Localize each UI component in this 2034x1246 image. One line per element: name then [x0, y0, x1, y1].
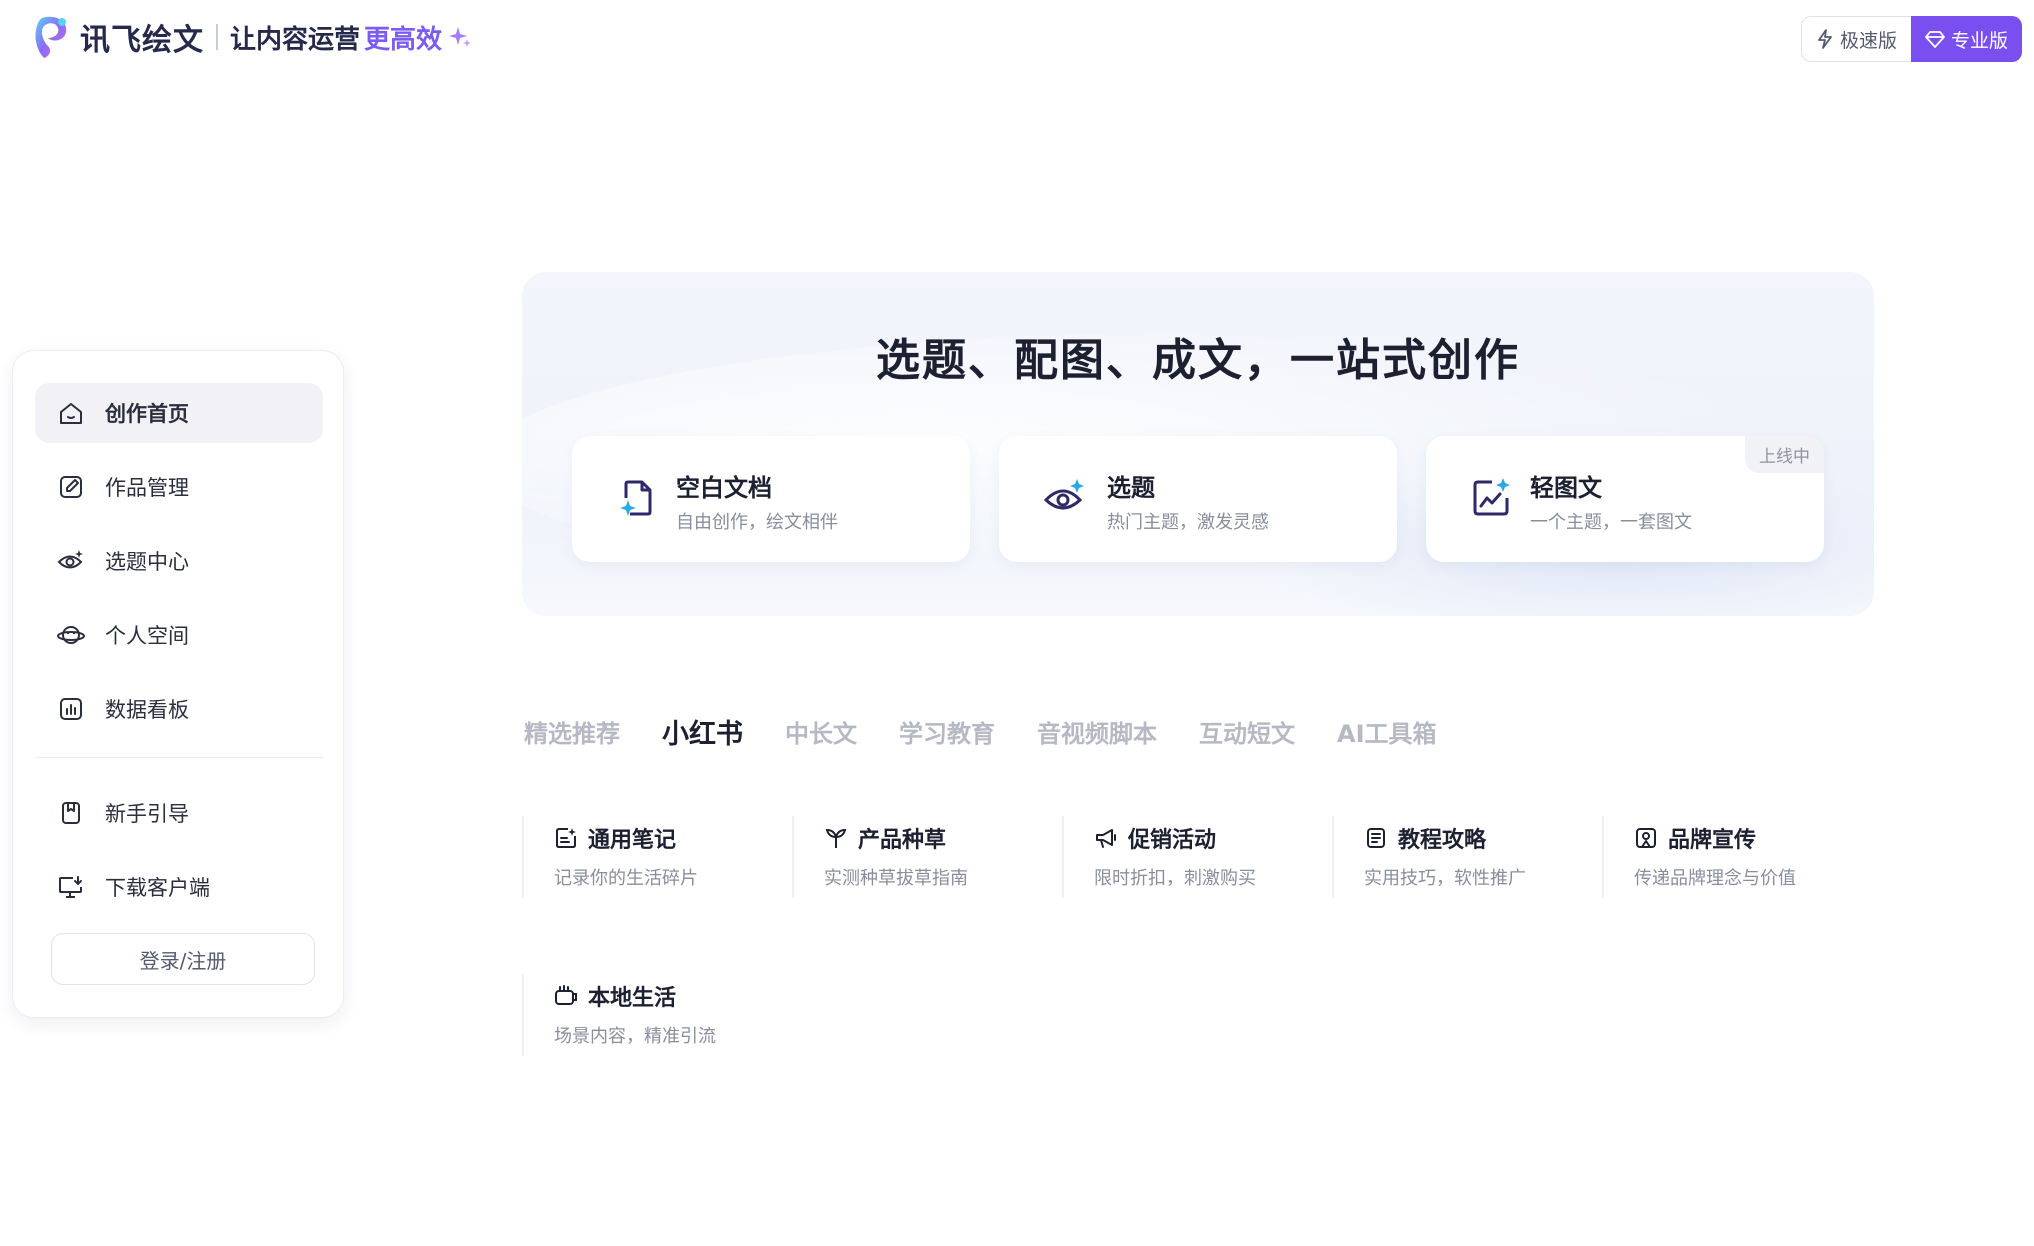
sparkle-icon: [449, 27, 472, 47]
brand-mark-icon: [35, 16, 67, 58]
card-description: 热门主题，激发灵感: [1107, 512, 1269, 533]
brand-badge-icon: [1634, 826, 1658, 850]
sidebar-item-label: 数据看板: [105, 698, 189, 722]
template-title: 促销活动: [1128, 828, 1217, 853]
template-title: 教程攻略: [1398, 828, 1487, 853]
template-title: 品牌宣传: [1668, 828, 1757, 853]
tab-xiaohongshu[interactable]: 小红书: [662, 712, 743, 751]
topic-card[interactable]: 选题 热门主题，激发灵感: [999, 436, 1397, 562]
image-text-icon: [1473, 478, 1510, 516]
sidebar-item-label: 创作首页: [105, 402, 189, 426]
sidebar-item-topics[interactable]: 选题中心: [35, 531, 323, 591]
template-item[interactable]: 教程攻略 实用技巧，软性推广: [1332, 816, 1594, 898]
edit-icon: [57, 473, 85, 501]
blank-doc-icon: [620, 480, 652, 516]
guide-book-icon: [1364, 826, 1388, 850]
home-icon: [57, 399, 85, 427]
card-title: 选题: [1107, 474, 1155, 502]
image-text-card[interactable]: 上线中 轻图文 一个主题，一套图文: [1426, 436, 1824, 562]
tab-long-article[interactable]: 中长文: [785, 714, 857, 751]
template-title: 通用笔记: [588, 828, 677, 853]
template-title: 产品种草: [858, 828, 947, 853]
logo-divider: [216, 24, 218, 50]
brand-logo[interactable]: 讯飞绘文 让内容运营 更高效: [34, 14, 472, 60]
sidebar: 创作首页 作品管理 选题中心 个人空间 数据看板 新手引导 下载客户端 登录/注…: [12, 350, 344, 1018]
template-description: 限时折扣，刺激购买: [1094, 868, 1256, 889]
template-description: 实测种草拔草指南: [824, 868, 968, 889]
card-description: 一个主题，一套图文: [1530, 512, 1692, 533]
template-item[interactable]: 品牌宣传 传递品牌理念与价值: [1602, 816, 1864, 898]
note-icon: [554, 826, 578, 850]
sidebar-item-guide[interactable]: 新手引导: [35, 783, 323, 843]
diamond-icon: [1925, 31, 1945, 48]
sidebar-item-label: 新手引导: [105, 802, 189, 826]
login-register-button[interactable]: 登录/注册: [51, 933, 315, 985]
monitor-download-icon: [57, 873, 85, 901]
megaphone-icon: [1094, 826, 1118, 850]
eye-sparkle-icon: [57, 547, 85, 575]
tab-interactive[interactable]: 互动短文: [1199, 714, 1295, 751]
template-description: 传递品牌理念与价值: [1634, 868, 1796, 889]
bookmark-icon: [57, 799, 85, 827]
planet-icon: [57, 621, 85, 649]
status-badge: 上线中: [1745, 436, 1824, 473]
template-item[interactable]: 通用笔记 记录你的生活碎片: [522, 816, 784, 898]
sidebar-divider: [35, 757, 323, 758]
card-title: 空白文档: [676, 474, 772, 502]
template-item[interactable]: 产品种草 实测种草拔草指南: [792, 816, 1054, 898]
template-description: 记录你的生活碎片: [554, 868, 698, 889]
sidebar-item-space[interactable]: 个人空间: [35, 605, 323, 665]
sidebar-item-label: 作品管理: [105, 476, 189, 500]
tab-ai-toolbox[interactable]: AI工具箱: [1337, 714, 1437, 751]
blank-document-card[interactable]: 空白文档 自由创作，绘文相伴: [572, 436, 970, 562]
sidebar-item-label: 个人空间: [105, 624, 189, 648]
tab-education[interactable]: 学习教育: [899, 714, 995, 751]
template-item[interactable]: 本地生活 场景内容，精准引流: [522, 974, 784, 1056]
card-title: 轻图文: [1530, 474, 1602, 502]
hero-banner: 选题、配图、成文，一站式创作 空白文档 自由创作，绘文相伴 选题 热门主题，激发…: [522, 272, 1874, 616]
sidebar-item-label: 下载客户端: [105, 876, 210, 900]
template-item[interactable]: 促销活动 限时折扣，刺激购买: [1062, 816, 1324, 898]
fast-version-label: 极速版: [1839, 29, 1897, 52]
sprout-icon: [824, 826, 848, 850]
pro-version-label: 专业版: [1950, 29, 2008, 52]
fast-version-button[interactable]: 极速版: [1800, 16, 1911, 62]
tab-video-script[interactable]: 音视频脚本: [1037, 714, 1157, 751]
template-description: 场景内容，精准引流: [554, 1026, 716, 1047]
app-root: 讯飞绘文 让内容运营 更高效 极速版 专业版 创作首页 作品管理 选题中心 个人…: [0, 0, 2034, 1246]
brand-name: 讯飞绘文: [80, 23, 204, 58]
sidebar-item-dashboard[interactable]: 数据看板: [35, 679, 323, 739]
sidebar-item-works[interactable]: 作品管理: [35, 457, 323, 517]
brand-slogan: 让内容运营: [230, 24, 361, 55]
template-description: 实用技巧，软性推广: [1364, 868, 1526, 889]
sidebar-item-home[interactable]: 创作首页: [35, 383, 323, 443]
sidebar-item-download[interactable]: 下载客户端: [35, 857, 323, 917]
category-tabs: 精选推荐 小红书 中长文 学习教育 音视频脚本 互动短文 AI工具箱: [524, 714, 1479, 751]
tab-featured[interactable]: 精选推荐: [524, 714, 620, 751]
template-title: 本地生活: [588, 986, 677, 1011]
version-switch: 极速版 专业版: [1800, 16, 2022, 62]
brand-slogan-highlight: 更高效: [364, 24, 443, 55]
eye-topic-icon: [1043, 479, 1084, 510]
bar-chart-icon: [57, 695, 85, 723]
card-description: 自由创作，绘文相伴: [676, 512, 838, 533]
hero-title: 选题、配图、成文，一站式创作: [876, 335, 1520, 386]
local-life-icon: [554, 984, 578, 1008]
lightning-icon: [1818, 29, 1832, 49]
sidebar-item-label: 选题中心: [105, 550, 189, 574]
pro-version-button[interactable]: 专业版: [1910, 16, 2022, 62]
